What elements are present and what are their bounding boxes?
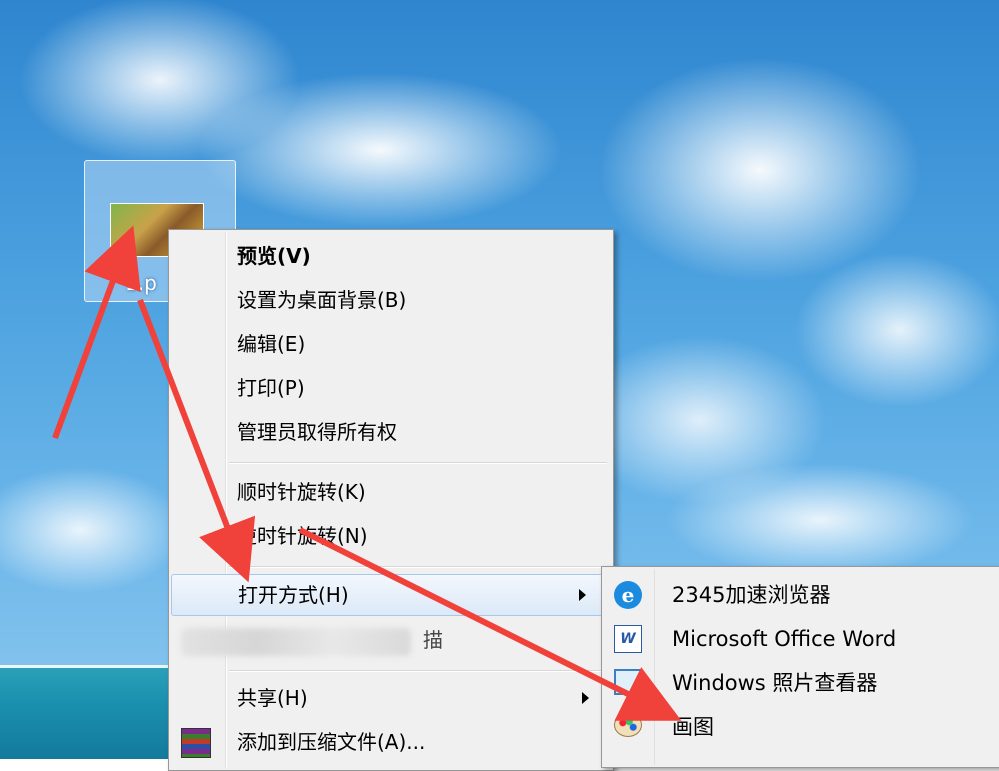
submenu-item-label: Windows 照片查看器 (672, 671, 878, 695)
submenu-item-label: 画图 (672, 715, 714, 739)
blurred-region (181, 628, 411, 656)
menu-item-label: 打开方式(H) (238, 583, 349, 607)
submenu-item-label: Microsoft Office Word (672, 627, 897, 651)
menu-item-edit[interactable]: 编辑(E) (171, 324, 609, 364)
menu-item-take-ownership[interactable]: 管理员取得所有权 (171, 412, 609, 452)
menu-item-label: 打印(P) (237, 376, 305, 400)
submenu-item-word[interactable]: W Microsoft Office Word (604, 617, 998, 661)
menu-item-print[interactable]: 打印(P) (171, 368, 609, 408)
menu-item-set-wallpaper[interactable]: 设置为桌面背景(B) (171, 280, 609, 320)
submenu-item-photo-viewer[interactable]: Windows 照片查看器 (604, 661, 998, 705)
paint-palette-icon (614, 713, 642, 737)
context-menu: 预览(V) 设置为桌面背景(B) 编辑(E) 打印(P) 管理员取得所有权 顺时… (168, 229, 614, 771)
menu-item-share[interactable]: 共享(H) (171, 678, 609, 718)
menu-item-label: 顺时针旋转(K) (237, 480, 366, 504)
menu-item-label: 描 (423, 628, 443, 652)
menu-item-label: 逆时针旋转(N) (237, 524, 368, 548)
menu-item-label: 编辑(E) (237, 332, 306, 356)
menu-separator (229, 462, 607, 464)
menu-item-label: 共享(H) (237, 686, 308, 710)
menu-item-label: 添加到压缩文件(A)... (237, 730, 426, 754)
menu-item-blurred[interactable]: 描 (171, 620, 609, 660)
menu-item-open-with[interactable]: 打开方式(H) (171, 574, 607, 616)
menu-item-add-to-archive[interactable]: 添加到压缩文件(A)... (171, 722, 609, 762)
menu-item-rotate-counterclockwise[interactable]: 逆时针旋转(N) (171, 516, 609, 556)
menu-item-label: 预览(V) (237, 244, 311, 268)
photo-viewer-icon (614, 669, 642, 695)
menu-item-rotate-clockwise[interactable]: 顺时针旋转(K) (171, 472, 609, 512)
menu-item-preview[interactable]: 预览(V) (171, 236, 609, 276)
menu-item-label: 管理员取得所有权 (237, 420, 397, 444)
word-icon: W (614, 625, 642, 653)
submenu-item-2345-browser[interactable]: e 2345加速浏览器 (604, 573, 998, 617)
browser-icon: e (614, 581, 642, 609)
menu-separator (229, 566, 607, 568)
submenu-arrow-icon (579, 589, 586, 601)
winrar-icon (181, 728, 211, 758)
menu-separator (229, 670, 607, 672)
submenu-arrow-icon (582, 692, 589, 704)
open-with-submenu: e 2345加速浏览器 W Microsoft Office Word Wind… (601, 566, 999, 768)
menu-item-label: 设置为桌面背景(B) (237, 288, 407, 312)
file-name-label: 1.p (125, 271, 157, 295)
submenu-item-paint[interactable]: 画图 (604, 705, 998, 749)
submenu-item-label: 2345加速浏览器 (672, 583, 831, 607)
